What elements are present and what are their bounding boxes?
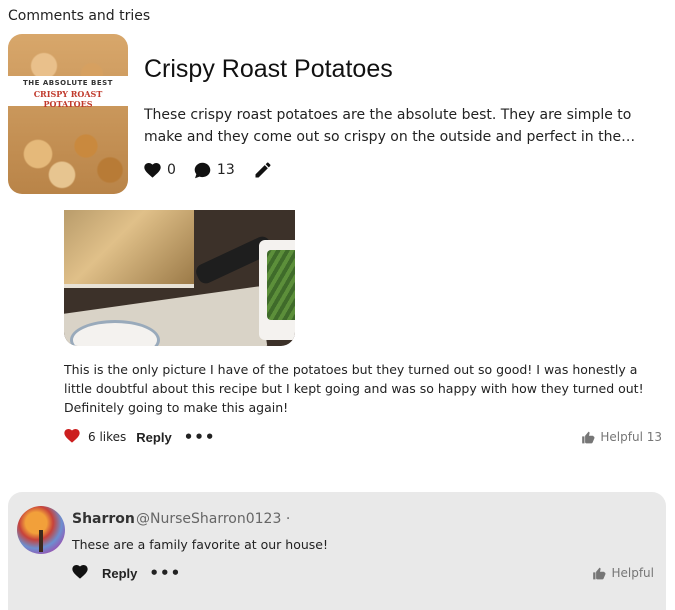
thumbs-up-icon xyxy=(593,567,606,579)
heart-icon xyxy=(72,564,88,579)
reply-button[interactable]: Reply xyxy=(136,430,171,445)
more-options-button[interactable]: ••• xyxy=(184,428,216,446)
reply-text: These are a family favorite at our house… xyxy=(72,537,329,552)
reply-like-button[interactable] xyxy=(72,564,88,582)
heart-icon xyxy=(64,428,80,443)
pin-likes-stat[interactable]: 0 xyxy=(144,162,176,178)
reply-card: Sharron @NurseSharron0123 · These are a … xyxy=(8,492,666,610)
edit-button[interactable] xyxy=(253,160,279,180)
comment-actions: 6 likes Reply ••• Helpful 13 xyxy=(64,428,662,446)
like-button[interactable] xyxy=(64,428,80,446)
pin-comments-stat[interactable]: 13 xyxy=(194,162,235,179)
photo-green-beans xyxy=(259,240,295,340)
likes-count[interactable]: 6 likes xyxy=(88,430,126,444)
reply-helpful-label: Helpful xyxy=(611,566,654,580)
helpful-label: Helpful 13 xyxy=(600,430,662,444)
reply-helpful-button[interactable]: Helpful xyxy=(592,566,654,581)
pencil-icon xyxy=(255,162,271,178)
pin-thumbnail-banner-line2: CRISPY ROAST POTATOES xyxy=(33,89,103,109)
photo-dish xyxy=(64,210,194,288)
comment-text: This is the only picture I have of the p… xyxy=(64,362,644,415)
page-title: Comments and tries xyxy=(8,8,151,24)
reply-reply-button[interactable]: Reply xyxy=(102,566,137,581)
pin-title[interactable]: Crispy Roast Potatoes xyxy=(144,55,393,84)
comment-bubble-icon xyxy=(194,162,211,178)
pin-likes-count: 0 xyxy=(167,162,176,178)
pin-thumbnail-image[interactable]: THE ABSOLUTE BEST CRISPY ROAST POTATOES xyxy=(8,34,128,194)
pin-comments-count: 13 xyxy=(216,162,235,178)
reply-more-options-button[interactable]: ••• xyxy=(149,564,181,582)
comment-photo[interactable] xyxy=(64,210,295,346)
heart-icon xyxy=(144,162,161,178)
helpful-button[interactable]: Helpful 13 xyxy=(581,430,662,445)
reply-actions: Reply ••• Helpful xyxy=(72,564,654,582)
pin-thumbnail-banner: THE ABSOLUTE BEST CRISPY ROAST POTATOES xyxy=(8,76,128,109)
reply-author-handle[interactable]: @NurseSharron0123 · xyxy=(136,511,290,527)
pin-description: These crispy roast potatoes are the abso… xyxy=(144,107,632,145)
pin-thumbnail-banner-line1: THE ABSOLUTE BEST xyxy=(23,79,113,87)
reply-author-name[interactable]: Sharron xyxy=(72,511,135,527)
thumbs-up-icon xyxy=(582,431,595,443)
pin-stats: 0 13 xyxy=(144,160,297,180)
avatar[interactable] xyxy=(17,506,65,554)
